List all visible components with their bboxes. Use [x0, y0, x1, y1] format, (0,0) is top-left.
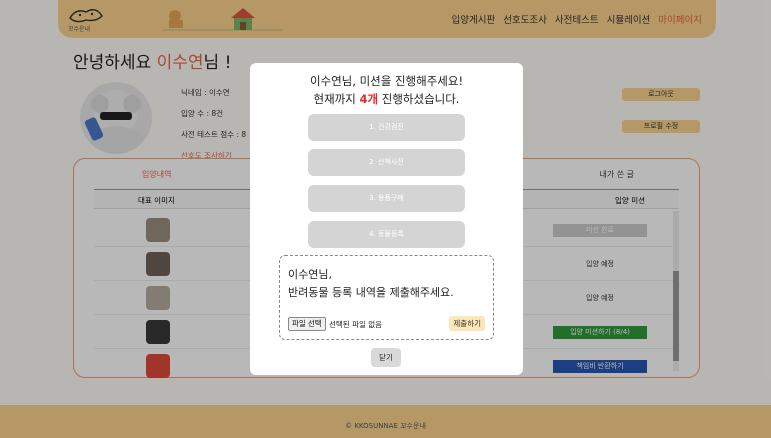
mission-step-pet-registration[interactable]: 4. 동물등록 — [308, 221, 465, 248]
mission-step-supplies-purchase[interactable]: 3. 용품구매 — [308, 185, 465, 212]
mission-step-walk-photo[interactable]: 2. 산책사진 — [308, 149, 465, 176]
submit-button[interactable]: 제출하기 — [449, 316, 485, 331]
mission-step-health-check[interactable]: 1. 건강검진 — [308, 114, 465, 141]
mission-modal: 이수연님, 미션을 진행해주세요! 현재까지 4개 진행하셨습니다. 1. 건강… — [250, 63, 523, 375]
file-select-button[interactable]: 파일 선택 — [288, 317, 326, 331]
file-status-text: 선택된 파일 없음 — [329, 320, 383, 329]
close-button[interactable]: 닫기 — [371, 348, 401, 367]
submission-message: 이수연님, 반려동물 등록 내역을 제출해주세요. — [288, 268, 454, 299]
modal-title: 이수연님, 미션을 진행해주세요! 현재까지 4개 진행하셨습니다. — [309, 74, 464, 106]
submission-box: 이수연님, 반려동물 등록 내역을 제출해주세요. 파일 선택 선택된 파일 없… — [279, 255, 494, 340]
mission-count: 4개 — [359, 92, 379, 106]
